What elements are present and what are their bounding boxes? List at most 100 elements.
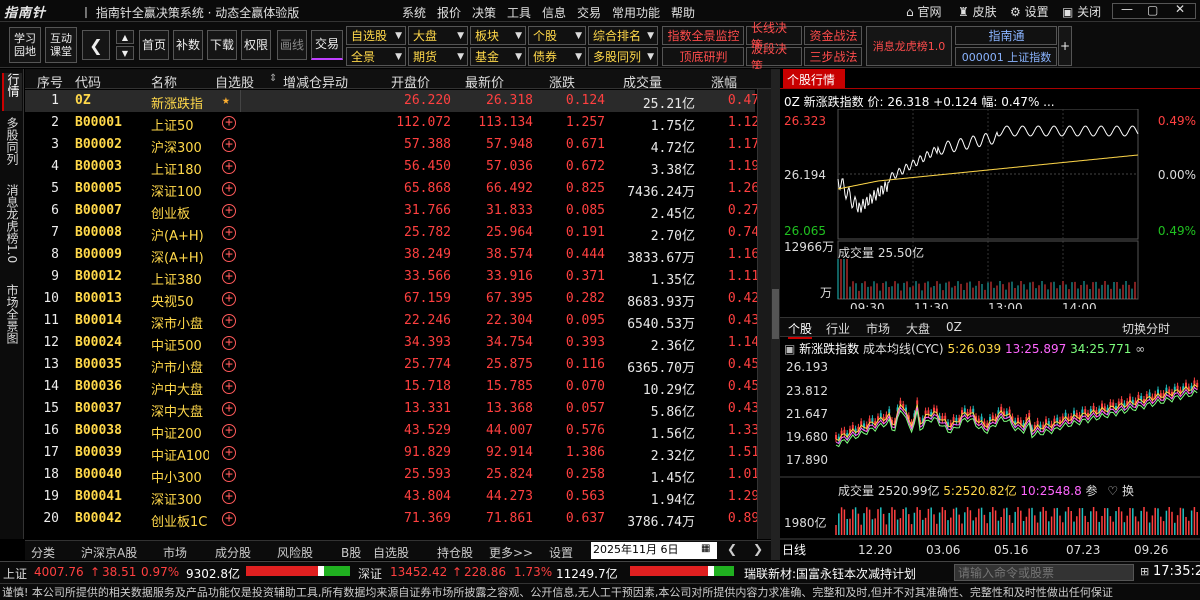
add-watch-icon[interactable]: + (222, 226, 236, 240)
table-row[interactable]: 19 B00041 深证300 +43.804 44.273 0.563 1.94亿 1.29… (25, 486, 760, 508)
command-input[interactable] (954, 564, 1134, 581)
close-window-icon[interactable]: ✕ (1175, 2, 1185, 16)
dragon-list-button[interactable]: 消息龙虎榜1.0 (866, 26, 952, 66)
menu-tools[interactable]: 工具 (507, 4, 531, 21)
menu-help[interactable]: 帮助 (671, 4, 695, 21)
calendar-icon[interactable]: ▦ (701, 543, 710, 554)
table-row[interactable]: 3 B00002 沪深300 +57.388 57.948 0.671 4.72亿 1.17% (25, 134, 760, 156)
skin-button[interactable]: ♜ 皮肤 (958, 3, 997, 20)
news-ticker[interactable]: 瑞联新材:国富永钰本次减持计划 (744, 565, 950, 582)
col-watch[interactable]: 自选股 (215, 72, 254, 91)
tab-category[interactable]: 分类 (31, 544, 55, 561)
add-watch-icon[interactable]: + (222, 402, 236, 416)
menu-info[interactable]: 信息 (542, 4, 566, 21)
study-button[interactable]: 学习 园地 (9, 27, 41, 63)
table-row[interactable]: 12 B00024 中证500 +34.393 34.754 0.393 2.36亿 1.14… (25, 332, 760, 354)
add-button[interactable]: + (1058, 26, 1072, 66)
tab-watchlist[interactable]: 自选股 (373, 544, 409, 561)
add-watch-icon[interactable]: + (222, 160, 236, 174)
close-button[interactable]: ▣ 关闭 (1062, 3, 1101, 20)
menu-trade[interactable]: 交易 (577, 4, 601, 21)
next-arrow-icon[interactable]: ❯ (753, 542, 763, 556)
kline-chart[interactable]: 26.193 23.812 21.647 19.680 17.890 成交量 2520.9… (780, 357, 1200, 560)
table-row[interactable]: 4 B00003 上证180 +56.450 57.036 0.672 3.38亿 1.19% (25, 156, 760, 178)
col-code[interactable]: 代码 (75, 72, 101, 91)
subtab-0z[interactable]: 0Z (946, 320, 962, 334)
dropdown-watchlist[interactable]: 自选股 ▼ (346, 26, 406, 45)
table-row[interactable]: 18 B00040 中小300 +25.593 25.824 0.258 1.45亿 1.01… (25, 464, 760, 486)
add-watch-icon[interactable]: + (222, 468, 236, 482)
tab-ashares[interactable]: 沪深京A股 (81, 544, 137, 561)
switch-intraday-button[interactable]: 切换分时 (1122, 320, 1170, 337)
table-row[interactable]: 1 0Z 新涨跌指 ★ 26.220 26.318 0.124 25.21亿 0.47% (25, 90, 760, 112)
menu-system[interactable]: 系统 (402, 4, 426, 21)
download-button[interactable]: 下载 (207, 30, 237, 60)
col-volume[interactable]: 成交量 (623, 72, 662, 91)
tab-risk[interactable]: 风险股 (277, 544, 313, 561)
subtab-industry[interactable]: 行业 (826, 320, 850, 337)
menu-common[interactable]: 常用功能 (612, 4, 660, 21)
table-row[interactable]: 10 B00013 央视50 +67.159 67.395 0.282 8683.93万 0.… (25, 288, 760, 310)
add-watch-icon[interactable]: + (222, 292, 236, 306)
scroll-down-icon[interactable]: ▼ (116, 46, 134, 60)
dropdown-multi[interactable]: 多股同列 ▼ (588, 47, 658, 66)
subtab-stock[interactable]: 个股 (788, 320, 813, 339)
dropdown-stock[interactable]: 个股 ▼ (528, 26, 586, 45)
tab-components[interactable]: 成分股 (215, 544, 251, 561)
three-step-button[interactable]: 三步战法 (804, 47, 862, 66)
subtab-index[interactable]: 大盘 (906, 320, 930, 337)
index-monitor-button[interactable]: 指数全景监控 (662, 26, 744, 45)
tab-bshares[interactable]: B股 (341, 544, 361, 561)
tab-more[interactable]: 更多>> (489, 544, 533, 561)
rights-button[interactable]: 权限 (241, 30, 271, 60)
intraday-chart[interactable]: 26.323 26.194 26.065 0.49% 0.00% 0.49% 12966万万… (780, 109, 1200, 309)
maximize-icon[interactable]: ▢ (1147, 3, 1158, 17)
table-row[interactable]: 9 B00012 上证380 +33.566 33.916 0.371 1.35亿 1.11% (25, 266, 760, 288)
col-last[interactable]: 最新价 (465, 72, 504, 91)
tab-holdings[interactable]: 持仓股 (437, 544, 473, 561)
dropdown-funds[interactable]: 基金 ▼ (470, 47, 526, 66)
menu-decision[interactable]: 决策 (472, 4, 496, 21)
link-icon[interactable]: ∞ (1135, 342, 1145, 356)
tab-market[interactable]: 市场 (163, 544, 187, 561)
dropdown-futures[interactable]: 期货 ▼ (408, 47, 468, 66)
add-watch-icon[interactable]: + (222, 446, 236, 460)
add-watch-icon[interactable]: + (222, 512, 236, 526)
subtab-market[interactable]: 市场 (866, 320, 890, 337)
table-row[interactable]: 20 B00042 创业板1C +71.369 71.861 0.637 3786.74万 0… (25, 508, 760, 530)
trade-button[interactable]: 交易 (311, 30, 343, 60)
splitter-handle[interactable] (772, 289, 779, 339)
add-watch-icon[interactable]: + (222, 336, 236, 350)
site-button[interactable]: ⌂ 官网 (906, 3, 941, 20)
add-watch-icon[interactable]: + (222, 380, 236, 394)
table-row[interactable]: 17 B00039 中证A100 +91.829 92.914 1.386 2.32亿 1.5… (25, 442, 760, 464)
dropdown-ranking[interactable]: 综合排名 ▼ (588, 26, 658, 45)
table-row[interactable]: 5 B00005 深证100 +65.868 66.492 0.825 7436.24万 1.… (25, 178, 760, 200)
table-row[interactable]: 8 B00009 深(A+H) +38.249 38.574 0.444 3833.67万 1… (25, 244, 760, 266)
add-watch-icon[interactable]: + (222, 358, 236, 372)
table-row[interactable]: 16 B00038 中证200 +43.529 44.007 0.576 1.56亿 1.33… (25, 420, 760, 442)
top-bottom-button[interactable]: 顶底研判 (662, 47, 744, 66)
back-icon[interactable]: ❮ (82, 30, 110, 60)
add-watch-icon[interactable]: + (222, 248, 236, 262)
add-watch-icon[interactable]: + (222, 490, 236, 504)
table-row[interactable]: 2 B00001 上证50 +112.072 113.134 1.257 1.75亿 1.12… (25, 112, 760, 134)
tab-stock-quote[interactable]: 个股行情 (783, 69, 845, 88)
fill-button[interactable]: 补数 (173, 30, 203, 60)
dropdown-sector[interactable]: 板块 ▼ (470, 26, 526, 45)
minimize-icon[interactable]: — (1121, 2, 1133, 16)
add-watch-icon[interactable]: + (222, 424, 236, 438)
add-watch-icon[interactable]: + (222, 116, 236, 130)
navi-code[interactable]: 000001 上证指数 (955, 47, 1057, 66)
table-scrollbar[interactable] (757, 89, 771, 539)
draw-button[interactable]: 画线 (277, 30, 307, 60)
class-button[interactable]: 互动 课堂 (45, 27, 77, 63)
date-picker[interactable]: 2025年11月 6日 (591, 542, 717, 559)
sort-icon[interactable]: ⇕ (269, 73, 277, 84)
table-row[interactable]: 7 B00008 沪(A+H) +25.782 25.964 0.191 2.70亿 0.74… (25, 222, 760, 244)
home-button[interactable]: 首页 (139, 30, 169, 60)
add-watch-icon[interactable]: + (222, 138, 236, 152)
table-row[interactable]: 11 B00014 深市小盘 +22.246 22.304 0.095 6540.53万 0.… (25, 310, 760, 332)
add-watch-icon[interactable]: + (222, 314, 236, 328)
table-row[interactable]: 14 B00036 沪中大盘 +15.718 15.785 0.070 10.29亿 0.45… (25, 376, 760, 398)
